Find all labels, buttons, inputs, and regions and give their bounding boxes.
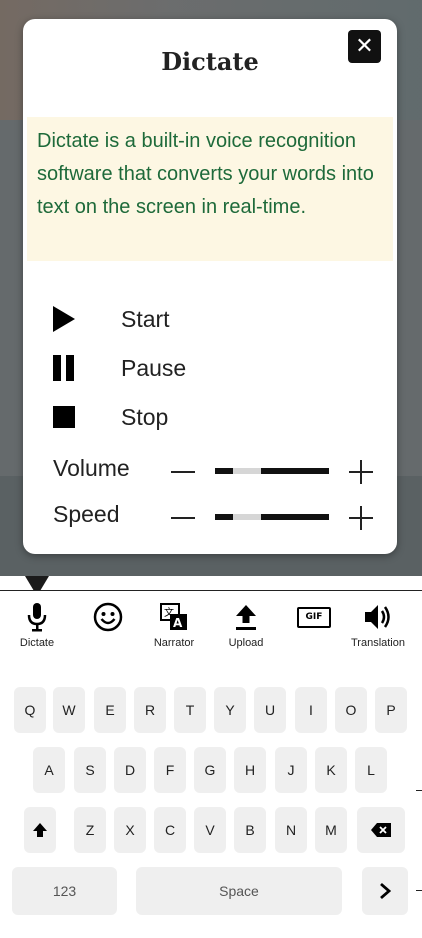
- backspace-key[interactable]: [357, 807, 405, 853]
- speed-slider[interactable]: [215, 514, 329, 520]
- dictate-tool[interactable]: Dictate: [14, 591, 60, 657]
- space-key[interactable]: Space: [136, 867, 342, 915]
- svg-text:A: A: [173, 616, 183, 630]
- volume-row: Volume: [53, 455, 383, 489]
- key-t[interactable]: T: [174, 687, 206, 733]
- chevron-right-icon: [380, 882, 391, 900]
- key-d[interactable]: D: [114, 747, 146, 793]
- dialog-description: Dictate is a built-in voice recognition …: [27, 117, 393, 261]
- speed-increase-button[interactable]: [349, 506, 373, 530]
- key-o[interactable]: O: [335, 687, 367, 733]
- pause-label: Pause: [121, 354, 187, 381]
- input-toolbar: Dictate 文A Narrator Upload GIF Translati…: [0, 590, 422, 658]
- key-q[interactable]: Q: [14, 687, 46, 733]
- key-r[interactable]: R: [134, 687, 166, 733]
- gif-tool[interactable]: GIF: [294, 591, 334, 657]
- volume-slider[interactable]: [215, 468, 329, 474]
- speed-label: Speed: [53, 501, 120, 527]
- narrator-tool-label: Narrator: [153, 637, 195, 649]
- dialog-title: Dictate: [161, 47, 259, 76]
- key-x[interactable]: X: [114, 807, 146, 853]
- stop-label: Stop: [121, 403, 169, 430]
- key-f[interactable]: F: [154, 747, 186, 793]
- edge-mark: [416, 790, 422, 791]
- key-j[interactable]: J: [275, 747, 307, 793]
- key-i[interactable]: I: [295, 687, 327, 733]
- emoji-tool[interactable]: [90, 591, 126, 657]
- upload-tool[interactable]: Upload: [222, 591, 270, 657]
- key-e[interactable]: E: [94, 687, 126, 733]
- key-u[interactable]: U: [254, 687, 286, 733]
- key-l[interactable]: L: [355, 747, 387, 793]
- speaker-icon: [363, 599, 393, 635]
- smiley-icon: [93, 599, 123, 635]
- key-s[interactable]: S: [74, 747, 106, 793]
- stop-control[interactable]: Stop: [53, 399, 168, 435]
- key-p[interactable]: P: [375, 687, 407, 733]
- pause-control[interactable]: Pause: [53, 350, 186, 386]
- edge-mark: [416, 890, 422, 891]
- key-z[interactable]: Z: [74, 807, 106, 853]
- enter-key[interactable]: [362, 867, 408, 915]
- key-a[interactable]: A: [33, 747, 65, 793]
- speed-row: Speed: [53, 501, 383, 535]
- onscreen-keyboard: Q W E R T Y U I O P A S D F G H J K L Z …: [0, 657, 422, 938]
- key-g[interactable]: G: [194, 747, 226, 793]
- volume-increase-button[interactable]: [349, 460, 373, 484]
- stop-icon: [53, 406, 75, 428]
- volume-label: Volume: [53, 455, 130, 481]
- gif-badge: GIF: [297, 606, 331, 628]
- pause-icon: [53, 355, 74, 381]
- key-h[interactable]: H: [234, 747, 266, 793]
- play-icon: [53, 306, 75, 332]
- key-c[interactable]: C: [154, 807, 186, 853]
- key-n[interactable]: N: [275, 807, 307, 853]
- upload-icon: [234, 599, 258, 635]
- speed-slider-thumb[interactable]: [233, 514, 261, 520]
- dictate-tool-label: Dictate: [19, 637, 55, 649]
- narrator-tool[interactable]: 文A Narrator: [146, 591, 202, 657]
- key-k[interactable]: K: [315, 747, 347, 793]
- upload-tool-label: Upload: [228, 637, 264, 649]
- narrator-icon: 文A: [159, 599, 189, 635]
- key-b[interactable]: B: [234, 807, 266, 853]
- translation-tool-label: Translation: [350, 637, 405, 649]
- key-y[interactable]: Y: [214, 687, 246, 733]
- microphone-icon: [26, 599, 48, 635]
- volume-slider-thumb[interactable]: [233, 468, 261, 474]
- key-m[interactable]: M: [315, 807, 347, 853]
- start-control[interactable]: Start: [53, 301, 170, 337]
- shift-arrow-icon: [33, 823, 47, 837]
- speed-decrease-button[interactable]: [171, 517, 195, 519]
- numbers-key[interactable]: 123: [12, 867, 117, 915]
- dictate-dialog: ✕ Dictate Dictate is a built-in voice re…: [23, 19, 397, 554]
- volume-decrease-button[interactable]: [171, 471, 195, 473]
- key-v[interactable]: V: [194, 807, 226, 853]
- translation-tool[interactable]: Translation: [342, 591, 414, 657]
- shift-key[interactable]: [24, 807, 56, 853]
- start-label: Start: [121, 305, 170, 332]
- backspace-icon: [371, 823, 391, 837]
- gif-icon: GIF: [297, 599, 331, 635]
- key-w[interactable]: W: [53, 687, 85, 733]
